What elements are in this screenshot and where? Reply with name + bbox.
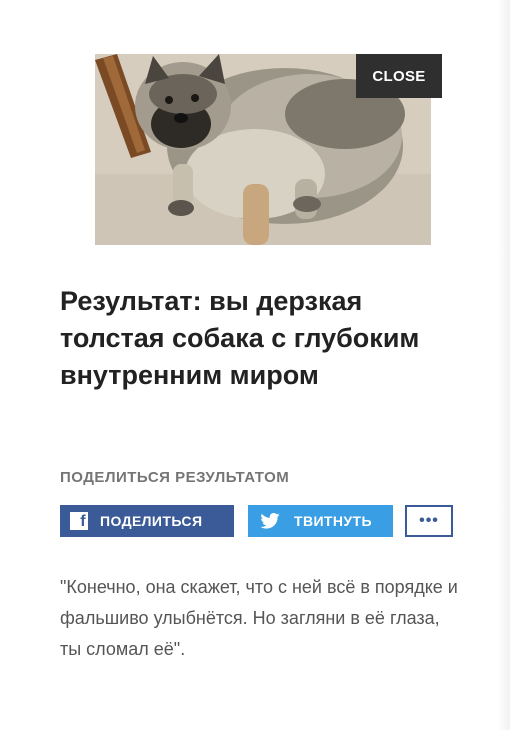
quiz-result-page: CLOSE Результат: вы дерзкая толстая соба…: [0, 0, 510, 730]
page-edge: [498, 0, 510, 730]
twitter-share-button[interactable]: ТВИТНУТЬ: [248, 505, 393, 537]
more-options-button[interactable]: •••: [405, 505, 453, 537]
twitter-share-label: ТВИТНУТЬ: [294, 513, 372, 529]
facebook-share-label: ПОДЕЛИТЬСЯ: [100, 513, 203, 529]
share-result-label: ПОДЕЛИТЬСЯ РЕЗУЛЬТАТОМ: [60, 469, 290, 486]
result-title: Результат: вы дерзкая толстая собака с г…: [60, 286, 420, 390]
facebook-icon: f: [70, 512, 88, 530]
facebook-share-button[interactable]: f ПОДЕЛИТЬСЯ: [60, 505, 234, 537]
twitter-icon: [260, 512, 282, 530]
close-button[interactable]: CLOSE: [356, 54, 442, 98]
result-quote: "Конечно, она скажет, что с ней всё в по…: [60, 577, 458, 659]
